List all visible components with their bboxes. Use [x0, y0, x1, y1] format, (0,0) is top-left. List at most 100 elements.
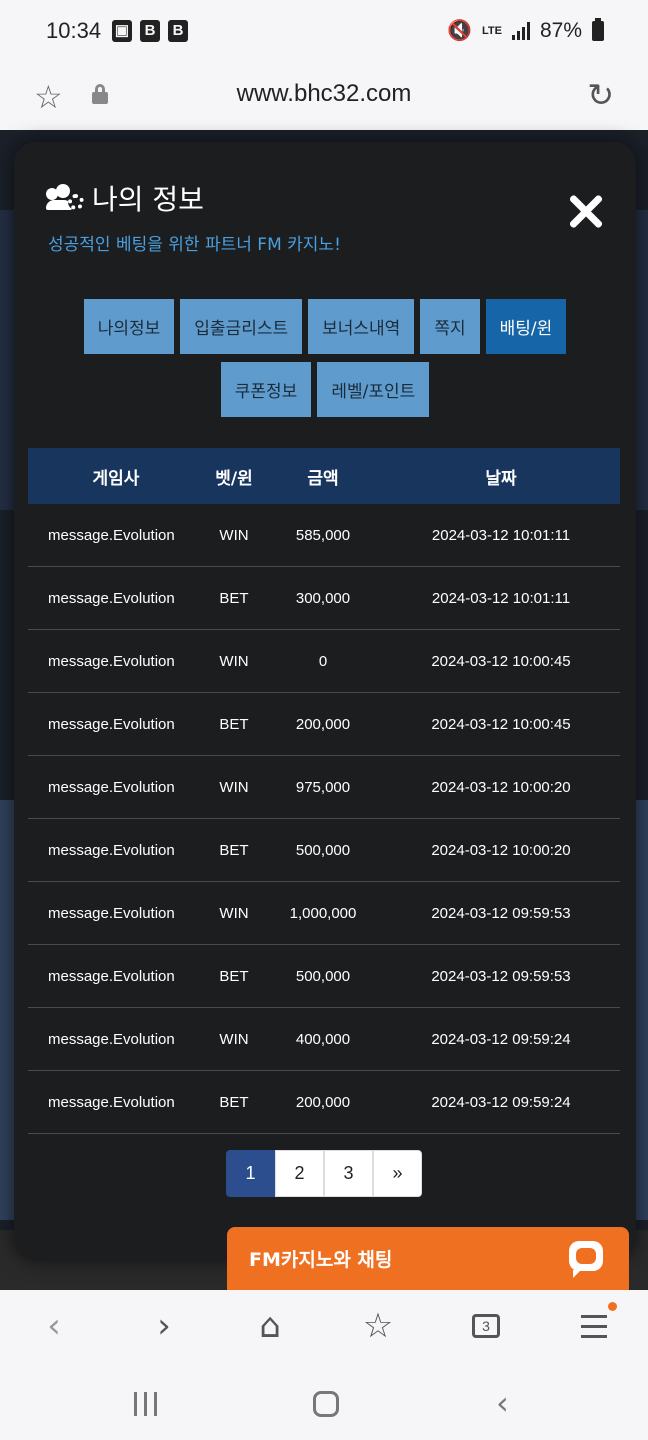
- page-1-button[interactable]: 1: [226, 1150, 275, 1197]
- notification-dot: [608, 1302, 617, 1311]
- browser-toolbar: ‹ › ⌂ ☆ 3: [0, 1290, 648, 1366]
- provider-cell: message.Evolution: [48, 967, 175, 985]
- tab-coupon-info[interactable]: 쿠폰정보: [220, 362, 312, 417]
- amount-cell: 500,000: [295, 841, 351, 859]
- system-nav-bar: ‹: [0, 1366, 648, 1440]
- date-cell: 2024-03-12 09:59:24: [431, 1093, 571, 1111]
- mute-icon: 🔇: [447, 20, 472, 42]
- reload-icon[interactable]: ↻: [587, 76, 614, 114]
- provider-cell: message.Evolution: [48, 904, 175, 922]
- bet-win-cell: BET: [219, 715, 249, 733]
- status-bar: 10:34 ▣ B B 🔇 LTE 87%: [0, 0, 648, 64]
- next-page-button[interactable]: »: [373, 1150, 422, 1197]
- table-row: message.Evolution BET 200,000 2024-03-12 10…: [28, 693, 620, 756]
- table-row: message.Evolution WIN 400,000 2024-03-12 09…: [28, 1008, 620, 1071]
- bet-win-cell: WIN: [219, 526, 249, 544]
- menu-icon[interactable]: [572, 1304, 616, 1348]
- bet-win-cell: WIN: [219, 1030, 249, 1048]
- provider-cell: message.Evolution: [48, 715, 175, 733]
- provider-cell: message.Evolution: [48, 1093, 175, 1111]
- bet-win-cell: WIN: [219, 778, 249, 796]
- table-row: message.Evolution WIN 585,000 2024-03-12 10…: [28, 504, 620, 567]
- amount-cell: 200,000: [295, 1093, 351, 1111]
- tab-messages[interactable]: 쪽지: [420, 299, 480, 354]
- tab-count: 3: [472, 1314, 500, 1338]
- date-cell: 2024-03-12 10:01:11: [431, 589, 571, 607]
- tabs-icon[interactable]: 3: [464, 1304, 508, 1348]
- home-nav-icon[interactable]: [313, 1391, 339, 1417]
- amount-cell: 200,000: [295, 715, 351, 733]
- date-cell: 2024-03-12 10:00:45: [431, 652, 571, 670]
- betting-table: 게임사 벳/윈 금액 날짜 message.Evolution WIN 585,00…: [28, 448, 620, 1134]
- bet-win-cell: BET: [219, 589, 249, 607]
- modal-title: 나의 정보: [92, 183, 204, 216]
- bet-win-cell: BET: [219, 841, 249, 859]
- bet-win-cell: BET: [219, 967, 249, 985]
- tab-my-info[interactable]: 나의정보: [83, 299, 175, 354]
- modal-subtitle: 성공적인 베팅을 위한 파트너 FM 카지노!: [48, 235, 341, 255]
- table-row: message.Evolution BET 500,000 2024-03-12 09…: [28, 945, 620, 1008]
- home-icon[interactable]: ⌂: [248, 1304, 292, 1348]
- b-app-icon: B: [168, 20, 188, 42]
- table-row: message.Evolution BET 300,000 2024-03-12 10…: [28, 567, 620, 630]
- table-row: message.Evolution BET 200,000 2024-03-12 09…: [28, 1071, 620, 1134]
- back-icon[interactable]: ‹: [32, 1304, 76, 1348]
- column-header: 벳/윈: [215, 468, 253, 489]
- back-nav-icon[interactable]: ‹: [496, 1384, 509, 1422]
- table-row: message.Evolution BET 500,000 2024-03-12 10…: [28, 819, 620, 882]
- battery-percent: 87%: [539, 18, 582, 42]
- date-cell: 2024-03-12 10:00:20: [431, 841, 571, 859]
- b-app-icon: B: [140, 20, 160, 42]
- bookmarks-icon[interactable]: ☆: [356, 1304, 400, 1348]
- chat-label: FM카지노와 채팅: [249, 1249, 393, 1271]
- provider-cell: message.Evolution: [48, 589, 175, 607]
- date-cell: 2024-03-12 09:59:24: [431, 1030, 571, 1048]
- users-gear-icon: [46, 184, 84, 212]
- recents-icon[interactable]: [134, 1392, 157, 1416]
- amount-cell: 585,000: [295, 526, 351, 544]
- column-header: 날짜: [485, 468, 517, 489]
- date-cell: 2024-03-12 09:59:53: [431, 967, 571, 985]
- amount-cell: 300,000: [295, 589, 351, 607]
- signal-icon: [511, 21, 530, 40]
- provider-cell: message.Evolution: [48, 652, 175, 670]
- amount-cell: 1,000,000: [289, 904, 357, 922]
- lte-icon: LTE: [482, 24, 502, 37]
- bet-win-cell: BET: [219, 1093, 249, 1111]
- close-icon[interactable]: [568, 194, 604, 230]
- chat-bubble-icon: [569, 1241, 603, 1278]
- table-row: message.Evolution WIN 975,000 2024-03-12 10…: [28, 756, 620, 819]
- forward-icon[interactable]: ›: [142, 1304, 186, 1348]
- table-header: 게임사 벳/윈 금액 날짜: [28, 448, 620, 504]
- status-time: 10:34: [46, 18, 102, 43]
- amount-cell: 400,000: [295, 1030, 351, 1048]
- pagination: 1 2 3 »: [226, 1150, 422, 1197]
- tab-bonus-history[interactable]: 보너스내역: [308, 299, 415, 354]
- tab-level-points[interactable]: 레벨/포인트: [317, 362, 430, 417]
- chat-button[interactable]: FM카지노와 채팅: [227, 1227, 629, 1290]
- modal-header: 나의 정보: [46, 178, 204, 218]
- provider-cell: message.Evolution: [48, 778, 175, 796]
- page-3-button[interactable]: 3: [324, 1150, 373, 1197]
- provider-cell: message.Evolution: [48, 526, 175, 544]
- column-header: 금액: [307, 468, 339, 489]
- date-cell: 2024-03-12 10:00:45: [431, 715, 571, 733]
- tab-betting-win[interactable]: 배팅/윈: [485, 299, 567, 354]
- battery-icon: [592, 17, 604, 41]
- date-cell: 2024-03-12 10:00:20: [431, 778, 571, 796]
- bet-win-cell: WIN: [219, 904, 249, 922]
- bet-win-cell: WIN: [219, 652, 249, 670]
- column-header: 게임사: [92, 468, 140, 489]
- table-row: message.Evolution WIN 0 2024-03-12 10:00:45: [28, 630, 620, 693]
- date-cell: 2024-03-12 09:59:53: [431, 904, 571, 922]
- table-body: message.Evolution WIN 585,000 2024-03-12 10…: [28, 504, 620, 1134]
- page-2-button[interactable]: 2: [275, 1150, 324, 1197]
- provider-cell: message.Evolution: [48, 1030, 175, 1048]
- my-info-modal: 나의 정보 성공적인 베팅을 위한 파트너 FM 카지노! 나의정보 입출금리스…: [14, 142, 636, 1260]
- tab-deposit-withdraw-list[interactable]: 입출금리스트: [180, 299, 303, 354]
- provider-cell: message.Evolution: [48, 841, 175, 859]
- table-row: message.Evolution WIN 1,000,000 2024-03-12 …: [28, 882, 620, 945]
- amount-cell: 0: [318, 652, 328, 670]
- amount-cell: 500,000: [295, 967, 351, 985]
- url-field[interactable]: www.bhc32.com: [0, 80, 648, 108]
